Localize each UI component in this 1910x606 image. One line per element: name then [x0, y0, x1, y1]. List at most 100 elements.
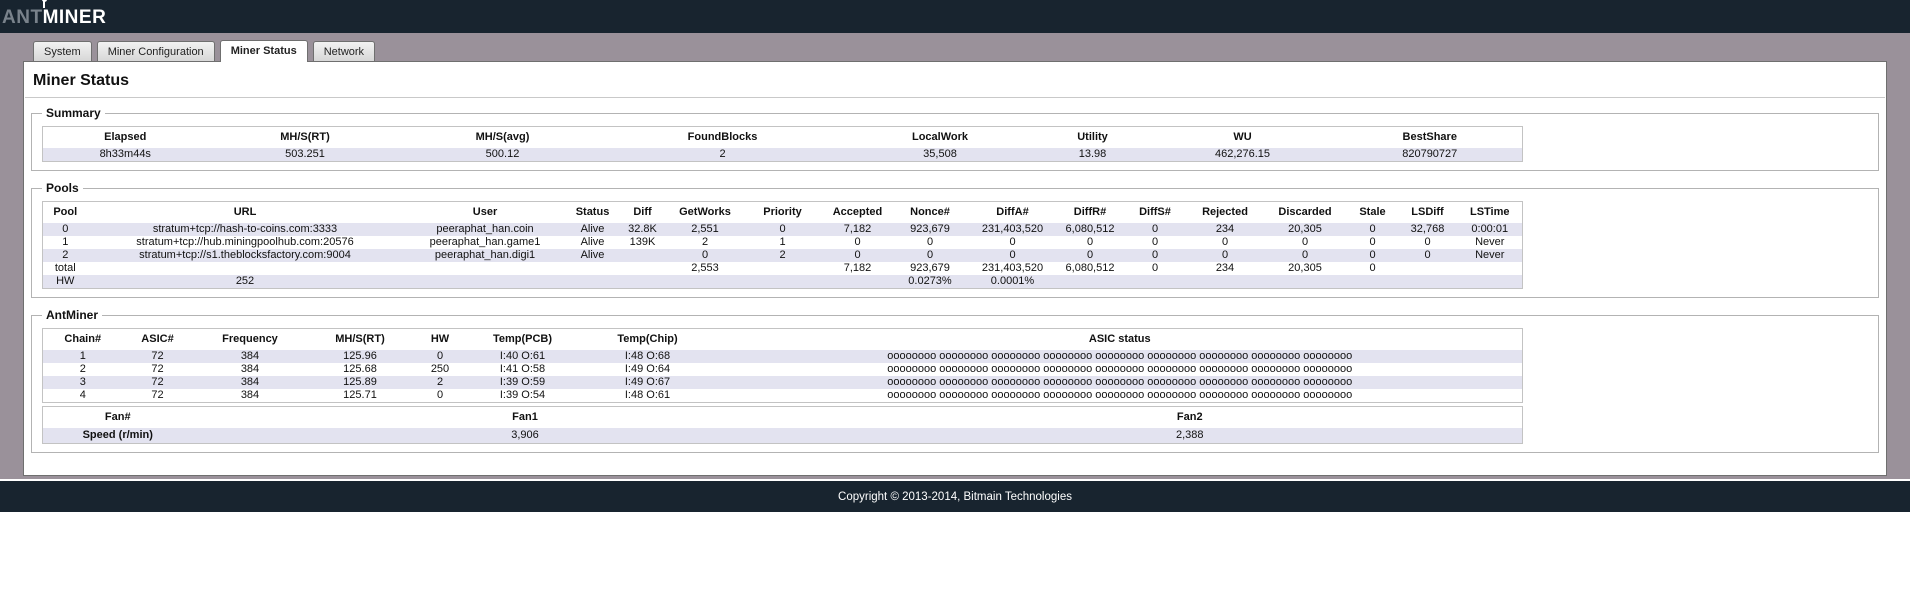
table-cell: Alive — [568, 236, 618, 249]
table-cell: 35,508 — [843, 148, 1038, 162]
table-cell: 2 — [668, 236, 743, 249]
chains-table: Chain#ASIC#FrequencyMH/S(RT)HWTemp(PCB)T… — [42, 328, 1523, 403]
table-cell: peeraphat_han.game1 — [403, 236, 568, 249]
summary-table-head: ElapsedMH/S(RT)MH/S(avg)FoundBlocksLocal… — [43, 127, 1523, 149]
table-cell: HW — [43, 275, 88, 289]
table-cell: 125.71 — [308, 389, 413, 403]
column-header: Nonce# — [893, 202, 968, 224]
table-cell: I:39 O:59 — [468, 376, 578, 389]
table-cell — [743, 262, 823, 275]
table-cell — [618, 249, 668, 262]
table-cell: oooooooo oooooooo oooooooo oooooooo oooo… — [718, 350, 1523, 363]
table-cell: 0 — [1058, 249, 1123, 262]
table-cell: stratum+tcp://s1.theblocksfactory.com:90… — [88, 249, 403, 262]
table-cell: I:48 O:61 — [578, 389, 718, 403]
column-header: DiffR# — [1058, 202, 1123, 224]
fan-table: Fan#Fan1Fan2 Speed (r/min) 3,906 2,388 — [42, 406, 1523, 444]
table-cell: 2 — [743, 249, 823, 262]
table-cell: peeraphat_han.digi1 — [403, 249, 568, 262]
table-cell — [1188, 275, 1263, 289]
table-cell: 72 — [123, 389, 193, 403]
column-header: MH/S(RT) — [308, 329, 413, 351]
fan-speed-label: Speed (r/min) — [43, 428, 193, 444]
column-header: Temp(Chip) — [578, 329, 718, 351]
table-cell: 0.0001% — [968, 275, 1058, 289]
table-cell: 0 — [893, 249, 968, 262]
table-cell: oooooooo oooooooo oooooooo oooooooo oooo… — [718, 376, 1523, 389]
table-cell: 0 — [1123, 223, 1188, 236]
table-cell: 0:00:01 — [1458, 223, 1523, 236]
table-row: 472384125.710I:39 O:54I:48 O:61oooooooo … — [43, 389, 1523, 403]
column-header: ASIC# — [123, 329, 193, 351]
column-header: LSTime — [1458, 202, 1523, 224]
antminer-section: AntMiner Chain#ASIC#FrequencyMH/S(RT)HWT… — [31, 308, 1879, 453]
table-cell: 0 — [1188, 249, 1263, 262]
column-header: MH/S(avg) — [403, 127, 603, 149]
table-cell: oooooooo oooooooo oooooooo oooooooo oooo… — [718, 389, 1523, 403]
table-cell: 0 — [668, 249, 743, 262]
fan1-speed-value: 3,906 — [193, 428, 858, 444]
table-cell: 125.96 — [308, 350, 413, 363]
table-cell: 1 — [743, 236, 823, 249]
column-header: LocalWork — [843, 127, 1038, 149]
table-cell: I:48 O:68 — [578, 350, 718, 363]
table-cell — [1123, 275, 1188, 289]
table-cell: 234 — [1188, 262, 1263, 275]
table-cell: 231,403,520 — [968, 262, 1058, 275]
tab-network[interactable]: Network — [313, 41, 375, 61]
fan-speed-row: Speed (r/min) 3,906 2,388 — [43, 428, 1523, 444]
table-cell: stratum+tcp://hash-to-coins.com:3333 — [88, 223, 403, 236]
column-header: Pool — [43, 202, 88, 224]
table-cell: 0.0273% — [893, 275, 968, 289]
table-cell: 0 — [1263, 236, 1348, 249]
table-cell: 923,679 — [893, 262, 968, 275]
fan-table-head: Fan#Fan1Fan2 — [43, 407, 1523, 429]
table-cell — [1398, 275, 1458, 289]
table-cell: 0 — [1263, 249, 1348, 262]
column-header: GetWorks — [668, 202, 743, 224]
table-row: 0stratum+tcp://hash-to-coins.com:3333pee… — [43, 223, 1523, 236]
nav-tabs: System Miner Configuration Miner Status … — [0, 40, 1910, 61]
table-cell: 384 — [193, 363, 308, 376]
chains-header-row: Chain#ASIC#FrequencyMH/S(RT)HWTemp(PCB)T… — [43, 329, 1523, 351]
table-cell: 1 — [43, 350, 123, 363]
table-cell: 7,182 — [823, 223, 893, 236]
table-cell: I:39 O:54 — [468, 389, 578, 403]
chains-table-head: Chain#ASIC#FrequencyMH/S(RT)HWTemp(PCB)T… — [43, 329, 1523, 351]
pools-header-row: PoolURLUserStatusDiffGetWorksPriorityAcc… — [43, 202, 1523, 224]
table-cell: 0 — [968, 236, 1058, 249]
column-header: Elapsed — [43, 127, 208, 149]
summary-table-body: 8h33m44s503.251500.12235,50813.98462,276… — [43, 148, 1523, 162]
summary-section: Summary ElapsedMH/S(RT)MH/S(avg)FoundBlo… — [31, 106, 1879, 171]
pools-section: Pools PoolURLUserStatusDiffGetWorksPrior… — [31, 181, 1879, 298]
table-cell: 72 — [123, 363, 193, 376]
table-cell: 0 — [1348, 236, 1398, 249]
table-row: 2 stratum+tcp://s1.theblocksfactory.com:9… — [43, 249, 1523, 262]
column-header: Accepted — [823, 202, 893, 224]
table-cell: 250 — [413, 363, 468, 376]
summary-table: ElapsedMH/S(RT)MH/S(avg)FoundBlocksLocal… — [42, 126, 1523, 162]
table-cell: 0 — [968, 249, 1058, 262]
tab-miner-status[interactable]: Miner Status — [220, 40, 308, 62]
table-cell — [88, 262, 403, 275]
table-cell: 0 — [1123, 249, 1188, 262]
table-cell — [1263, 275, 1348, 289]
column-header: User — [403, 202, 568, 224]
table-row: 272384125.68250I:41 O:58I:49 O:64ooooooo… — [43, 363, 1523, 376]
table-cell: 0 — [823, 236, 893, 249]
table-cell — [668, 275, 743, 289]
summary-legend: Summary — [42, 106, 105, 120]
pools-legend: Pools — [42, 181, 83, 195]
antminer-logo: ANTMINER — [2, 8, 106, 27]
table-cell: 0 — [1123, 236, 1188, 249]
table-cell: 0 — [413, 389, 468, 403]
table-cell: 7,182 — [823, 262, 893, 275]
tab-system[interactable]: System — [33, 41, 92, 61]
column-header: WU — [1148, 127, 1338, 149]
table-cell: I:49 O:67 — [578, 376, 718, 389]
table-cell: 2 — [603, 148, 843, 162]
table-cell: Alive — [568, 223, 618, 236]
chains-table-body: 172384125.960I:40 O:61I:48 O:68oooooooo … — [43, 350, 1523, 403]
pools-table-body: 0 stratum+tcp://hash-to-coins.com:3333pee… — [43, 223, 1523, 289]
tab-miner-configuration[interactable]: Miner Configuration — [97, 41, 215, 61]
